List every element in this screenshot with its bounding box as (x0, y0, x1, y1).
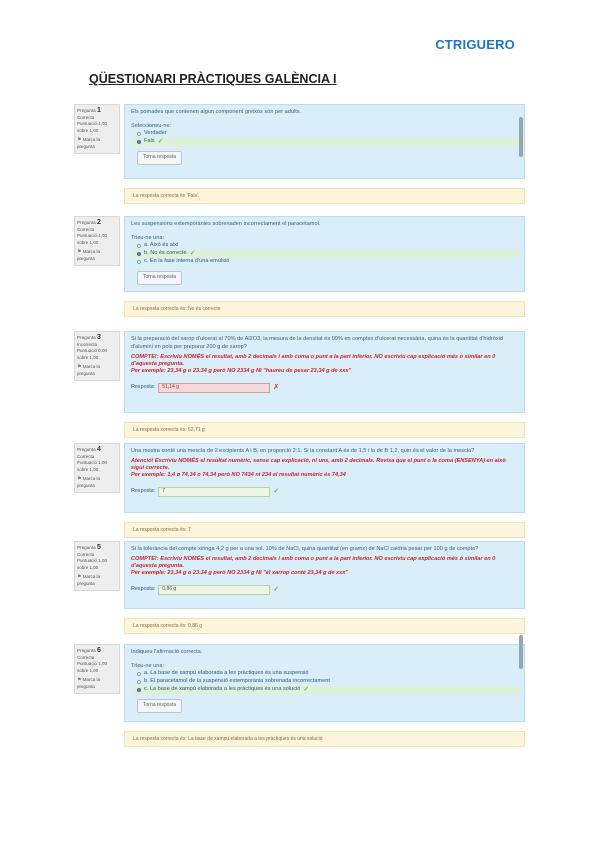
correct-answer-feedback: La resposta correcta és 'Fals'. (124, 188, 525, 204)
radio-icon[interactable] (137, 244, 141, 248)
radio-icon[interactable] (137, 688, 141, 692)
option-radio[interactable]: a. La base de xampú elaborada a les pràc… (131, 670, 518, 678)
flag-question-link[interactable]: ⚑ Marca la pregunta (77, 249, 117, 262)
question-score-max: sobre 1,00 (77, 127, 99, 133)
question-number: 1 (96, 107, 101, 114)
scrollbar[interactable] (519, 635, 523, 669)
instructions-warning: Atenció! Escriviu NOMÉS el resultat numè… (131, 457, 506, 471)
correct-answer-feedback: La resposta correcta és: La base de xamp… (124, 731, 525, 747)
option-radio[interactable]: b. El paracetamol de la suspensió extemp… (131, 678, 518, 686)
question-info: Pregunta 2 Correcta Puntuació 1,00 sobre… (74, 216, 120, 266)
question-info: Pregunta 5 Correcta Puntuació 1,00 sobre… (74, 541, 120, 591)
question-box: Si la preparació del xarop d'ulcerat al … (124, 331, 525, 413)
check-icon: ✓ (273, 585, 280, 593)
flag-icon: ⚑ (77, 137, 82, 143)
flag-icon: ⚑ (77, 476, 82, 482)
correct-answer-feedback: La resposta correcta és: 7 (124, 522, 525, 538)
answer-label: Resposta: (131, 585, 156, 592)
instructions-warning: COMPTE!: Escriviu NOMÉS el resultat, amb… (131, 555, 496, 569)
question-score-max: sobre 1,00 (77, 239, 99, 245)
flag-question-link[interactable]: ⚑ Marca la pregunta (77, 137, 117, 150)
instructions-example: Per exemple: 23,34 g o 23.34 g però NO 2… (131, 569, 349, 576)
question-text: Les suspensions extemporànies sobrenaden… (131, 221, 321, 227)
select-label: Seleccioneu-ne: (131, 122, 172, 129)
instructions-warning: COMPTE!: Escriviu NOMÉS el resultat, amb… (131, 354, 496, 367)
check-answer-button[interactable]: Torna resposta (137, 271, 183, 285)
radio-icon[interactable] (137, 680, 141, 684)
cross-icon: ✗ (273, 384, 280, 392)
question-text: Una mostra conté una mescla de 2 excipie… (131, 448, 475, 454)
correct-answer-feedback: La resposta correcta és: 0,86 g (124, 618, 525, 634)
radio-icon[interactable] (137, 140, 141, 144)
radio-icon[interactable] (137, 260, 141, 264)
instructions-example: Per exemple: 1,4 o 74,34 o 74,34 però NO… (131, 471, 346, 478)
question-box: Les suspensions extemporànies sobrenaden… (124, 216, 525, 292)
option-radio[interactable]: Fals ✓ (131, 138, 518, 146)
flag-question-link[interactable]: ⚑ Marca la pregunta (77, 677, 117, 690)
answer-input[interactable]: 0,86 g (158, 584, 271, 595)
select-label: Trieu-ne una: (131, 234, 165, 241)
option-radio[interactable]: c. La base de xampú elaborada a les pràc… (131, 686, 518, 694)
radio-icon[interactable] (137, 252, 141, 256)
option-radio[interactable]: b. No és correcte ✓ (131, 250, 518, 258)
question-text: Si la tolerància del compte xiringa 4,2 … (131, 546, 479, 552)
question-info: Pregunta 1 Correcta Puntuació 1,00 sobre… (74, 104, 120, 154)
question-info: Pregunta 3 Incorrecta Puntuació 0,00 sob… (74, 331, 120, 381)
question-text: Si la preparació del xarop d'ulcerat al … (131, 336, 503, 350)
question-number: 2 (96, 219, 101, 226)
question-label: Pregunta (77, 108, 96, 113)
question-number: 5 (96, 544, 101, 551)
flag-icon: ⚑ (77, 677, 82, 683)
option-radio[interactable]: Verdader (131, 130, 518, 138)
flag-icon: ⚑ (77, 364, 82, 370)
question-score-max: sobre 1,00 (77, 564, 99, 570)
option-radio[interactable]: c. En la fase interna d'una emulsió (131, 258, 518, 266)
answer-label: Resposta: (131, 487, 156, 494)
instructions-example: Per exemple: 23,34 g o 23.34 g però NO 2… (131, 368, 352, 374)
check-icon: ✓ (157, 138, 164, 146)
question-text: Indiqueu l'afirmació correcta. (131, 649, 203, 655)
answer-label: Resposta: (131, 384, 156, 391)
check-answer-button[interactable]: Torna resposta (137, 699, 183, 713)
correct-answer-feedback: La resposta correcta és: 52,71 g (124, 422, 525, 438)
document-title: QÜESTIONARI PRÀCTIQUES GALÈNCIA I (89, 72, 337, 86)
radio-icon[interactable] (137, 672, 141, 676)
flag-question-link[interactable]: ⚑ Marca la pregunta (77, 476, 117, 489)
flag-icon: ⚑ (77, 574, 82, 580)
question-text: Els pomades que contenen algun component… (131, 109, 302, 115)
answer-input[interactable]: 51,14 g (158, 383, 271, 393)
question-info: Pregunta 6 Correcta Puntuació 1,00 sobre… (74, 644, 120, 694)
flag-question-link[interactable]: ⚑ Marca la pregunta (77, 364, 117, 377)
correct-answer-feedback: La resposta correcta és: No és correcte (124, 301, 525, 317)
question-number: 3 (96, 334, 101, 341)
check-icon: ✓ (273, 487, 280, 495)
flag-icon: ⚑ (77, 249, 82, 255)
question-info: Pregunta 4 Correcta Puntuació 1,00 sobre… (74, 443, 120, 493)
question-score-max: sobre 1,00 (77, 667, 99, 673)
question-number: 6 (96, 647, 101, 654)
flag-question-link[interactable]: ⚑ Marca la pregunta (77, 574, 117, 587)
scrollbar[interactable] (519, 117, 523, 157)
check-icon: ✓ (303, 686, 310, 694)
question-number: 4 (96, 446, 101, 453)
question-box: Si la tolerància del compte xiringa 4,2 … (124, 541, 525, 609)
radio-icon[interactable] (137, 132, 141, 136)
check-icon: ✓ (189, 250, 196, 258)
question-box: Indiqueu l'afirmació correcta. Trieu-ne … (124, 635, 525, 722)
answer-input[interactable]: 7 (158, 486, 271, 497)
question-score-max: sobre 1,00 (77, 466, 99, 472)
option-radio[interactable]: a. Això és així (131, 242, 518, 250)
question-box: Els pomades que contenen algun component… (124, 104, 525, 179)
check-answer-button[interactable]: Torna resposta (137, 151, 183, 165)
brand-name: CTRIGUERO (435, 37, 515, 52)
question-score-max: sobre 1,00 (77, 354, 99, 360)
select-label: Trieu-ne una: (131, 662, 165, 669)
question-box: Una mostra conté una mescla de 2 excipie… (124, 443, 525, 513)
